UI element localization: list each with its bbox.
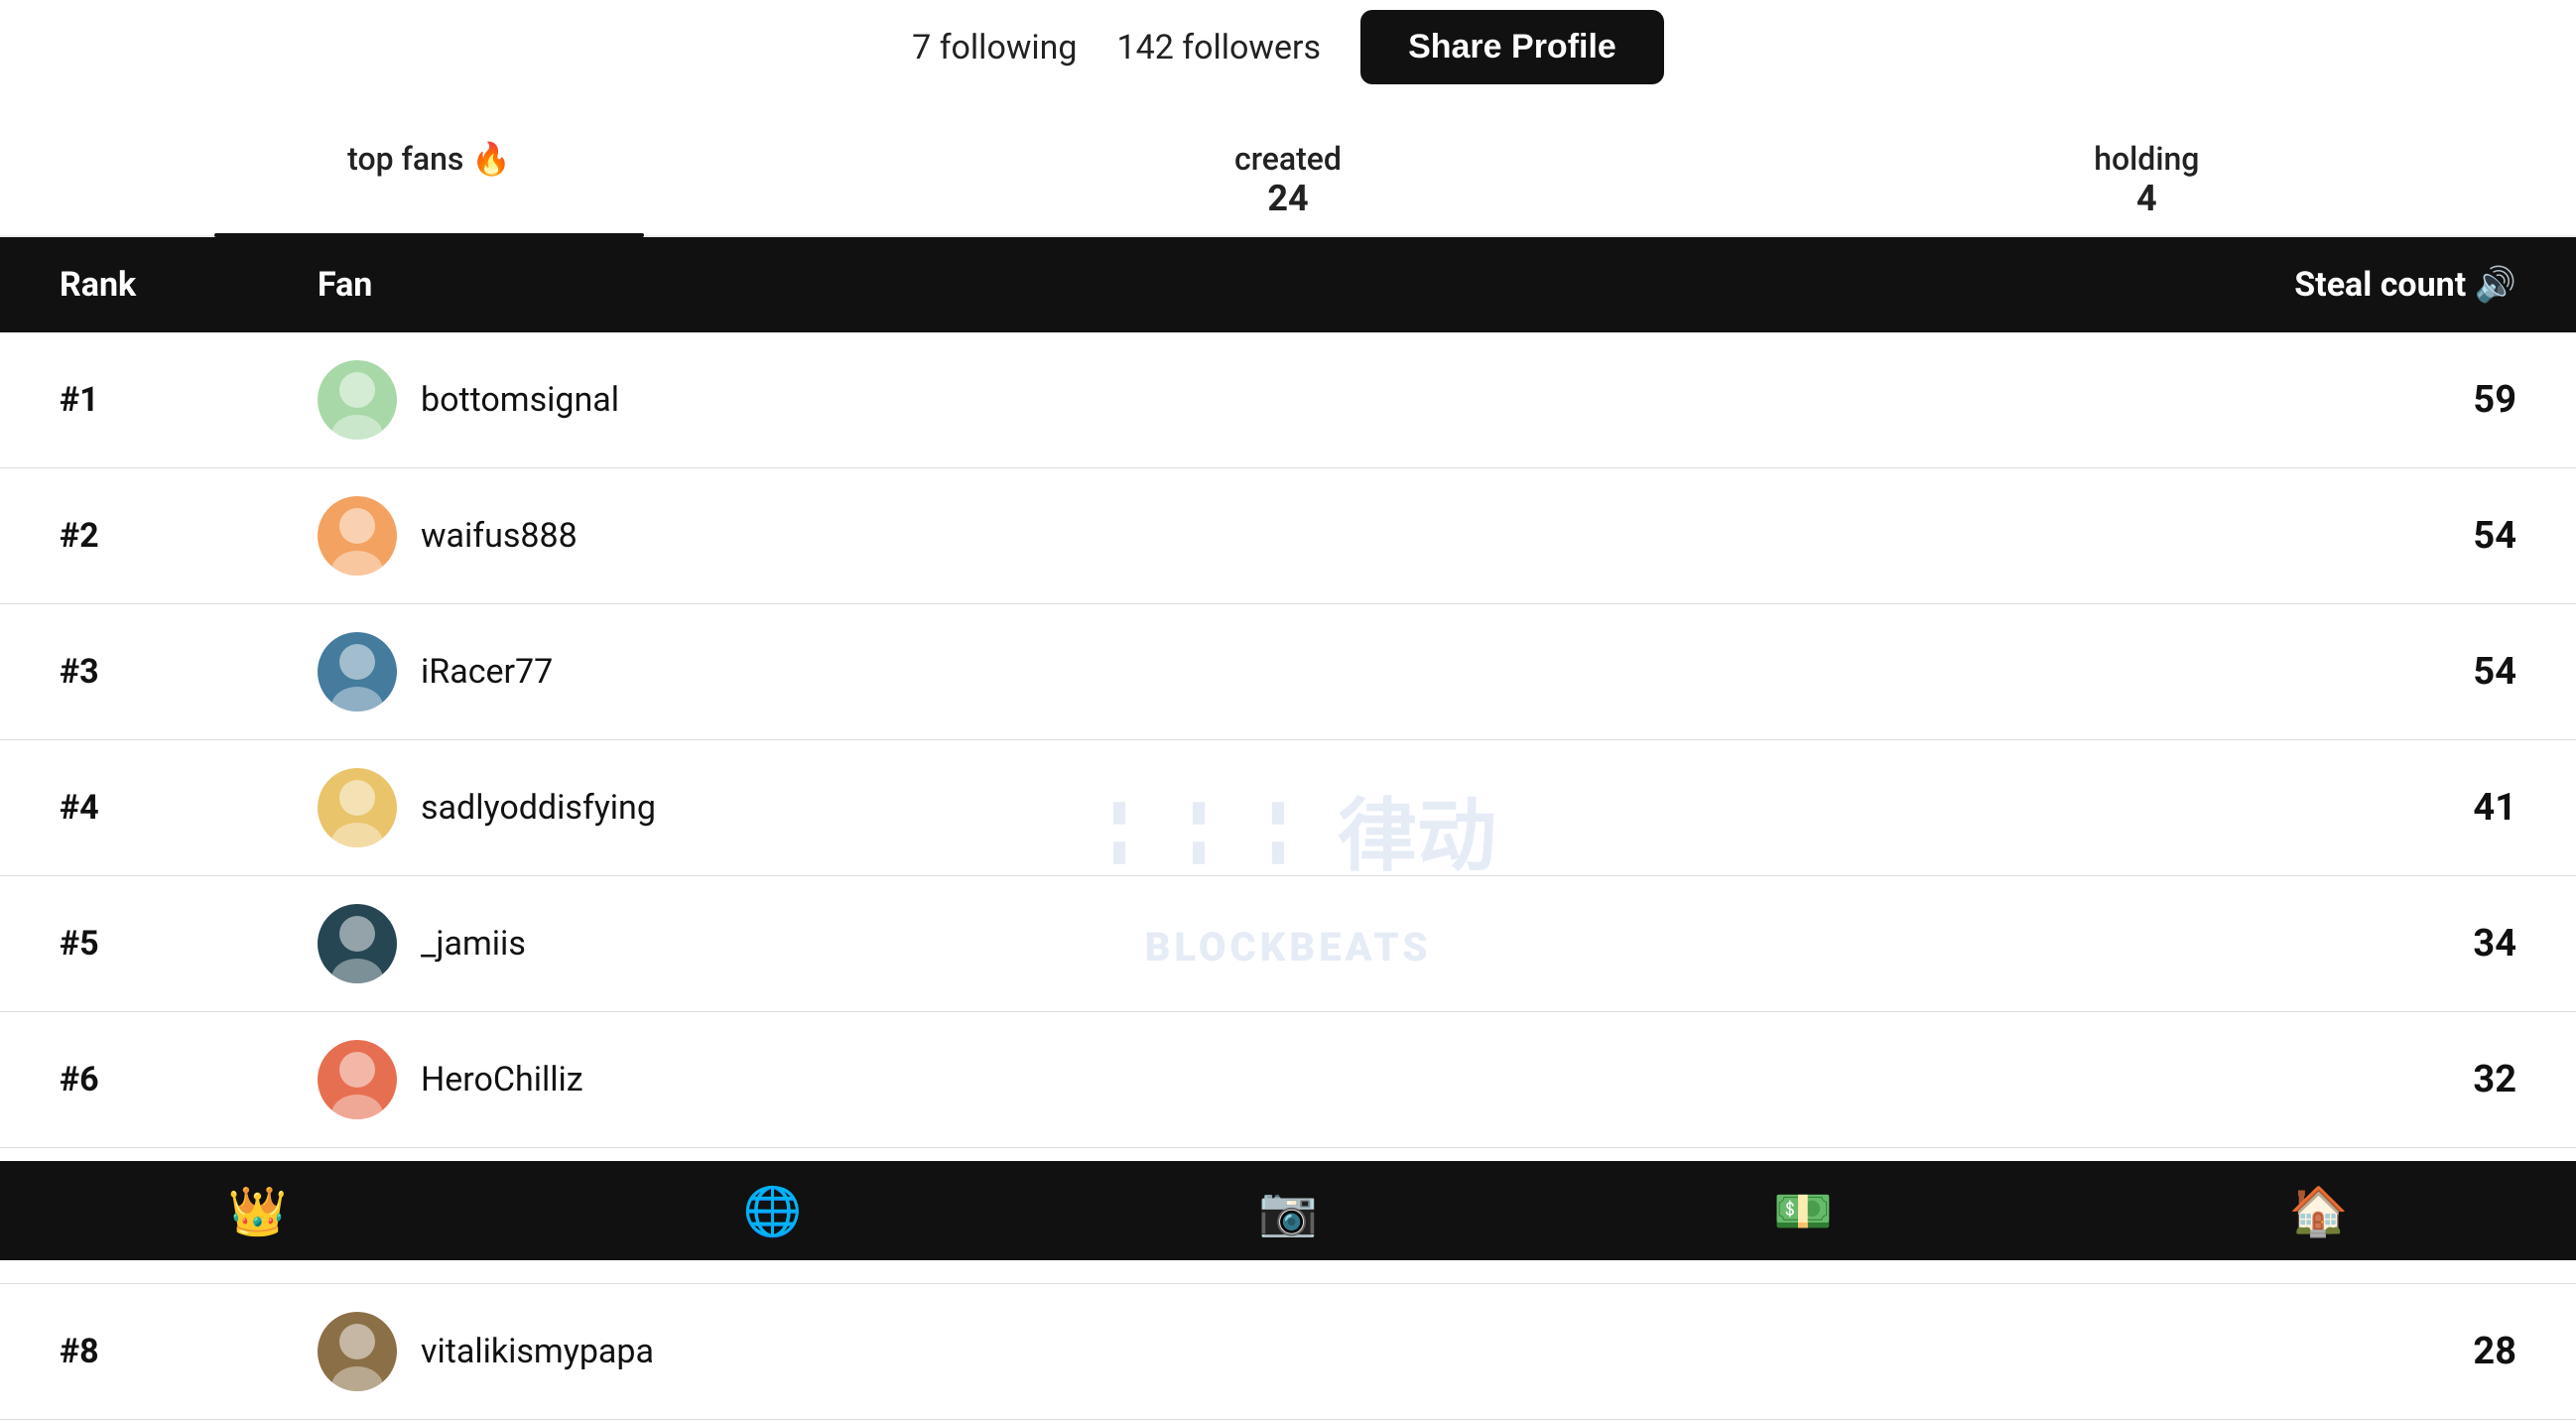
rank-cell: #3 <box>60 652 318 692</box>
table-row[interactable]: #5 _jamiis 34 <box>0 876 2576 1012</box>
fan-cell: HeroChilliz <box>318 1040 2199 1119</box>
share-profile-button[interactable]: Share Profile <box>1360 10 1664 84</box>
tab-top-fans-label: top fans 🔥 <box>347 140 511 178</box>
steal-count: 28 <box>2199 1330 2516 1373</box>
profile-header: 7 following 142 followers Share Profile … <box>0 0 2576 237</box>
tab-holding[interactable]: holding 4 <box>1718 116 2576 235</box>
tab-created-label: created <box>1234 140 1342 178</box>
fan-cell: bottomsignal <box>318 360 2199 440</box>
steal-count: 59 <box>2199 378 2516 422</box>
table-row[interactable]: #8 vitalikismypapa 28 <box>0 1284 2576 1420</box>
col-rank-header: Rank <box>60 265 318 305</box>
tab-holding-count: 4 <box>2136 178 2157 219</box>
bottom-nav: 👑 🌐 📷 💵 🏠 <box>0 1161 2576 1260</box>
bottom-nav-money[interactable]: 💵 <box>1546 1161 2061 1260</box>
steal-count: 41 <box>2199 786 2516 830</box>
fan-cell: vitalikismypapa <box>318 1312 2199 1391</box>
profile-tabs: top fans 🔥 created 24 holding 4 <box>0 116 2576 237</box>
fan-name: iRacer77 <box>421 652 553 692</box>
fan-cell: waifus888 <box>318 496 2199 576</box>
fan-name: waifus888 <box>421 516 578 556</box>
col-fan-header: Fan <box>318 265 2199 305</box>
fan-cell: sadlyoddisfying <box>318 768 2199 847</box>
fan-avatar <box>318 632 397 711</box>
tab-created[interactable]: created 24 <box>858 116 1717 235</box>
fan-avatar <box>318 1040 397 1119</box>
fan-avatar <box>318 1312 397 1391</box>
steal-count: 54 <box>2199 650 2516 694</box>
bottom-nav-camera[interactable]: 📷 <box>1030 1161 1545 1260</box>
col-steal-header: Steal count 🔊 <box>2199 265 2516 305</box>
rank-cell: #1 <box>60 380 318 420</box>
rank-cell: #8 <box>60 1332 318 1371</box>
tab-top-fans[interactable]: top fans 🔥 <box>0 116 858 235</box>
table-header: Rank Fan Steal count 🔊 <box>0 237 2576 332</box>
steal-count: 54 <box>2199 514 2516 558</box>
fan-avatar <box>318 768 397 847</box>
table-row[interactable]: #6 HeroChilliz 32 <box>0 1012 2576 1148</box>
table-row[interactable]: #1 bottomsignal 59 <box>0 332 2576 468</box>
rank-cell: #4 <box>60 788 318 828</box>
tab-holding-label: holding <box>2094 140 2199 178</box>
bottom-nav-crown[interactable]: 👑 <box>0 1161 515 1260</box>
tab-created-count: 24 <box>1267 178 1308 219</box>
fan-avatar <box>318 360 397 440</box>
table-row[interactable]: #3 iRacer77 54 <box>0 604 2576 740</box>
fan-name: _jamiis <box>421 924 526 964</box>
rank-cell: #5 <box>60 924 318 964</box>
fan-name: HeroChilliz <box>421 1060 583 1099</box>
fan-name: sadlyoddisfying <box>421 788 656 828</box>
rank-cell: #2 <box>60 516 318 556</box>
table-row[interactable]: #4 sadlyoddisfying 41 <box>0 740 2576 876</box>
fan-avatar <box>318 904 397 983</box>
fan-cell: _jamiis <box>318 904 2199 983</box>
follow-stats-row: 7 following 142 followers Share Profile <box>912 10 1664 84</box>
steal-count: 32 <box>2199 1058 2516 1101</box>
rank-cell: #6 <box>60 1060 318 1099</box>
bottom-nav-home[interactable]: 🏠 <box>2061 1161 2576 1260</box>
bottom-nav-globe[interactable]: 🌐 <box>515 1161 1030 1260</box>
fan-avatar <box>318 496 397 576</box>
table-row[interactable]: #2 waifus888 54 <box>0 468 2576 604</box>
fan-name: bottomsignal <box>421 380 619 420</box>
fan-cell: iRacer77 <box>318 632 2199 711</box>
followers-stat: 142 followers <box>1117 28 1322 67</box>
following-stat: 7 following <box>912 28 1077 67</box>
fan-name: vitalikismypapa <box>421 1332 654 1371</box>
steal-count: 34 <box>2199 922 2516 966</box>
